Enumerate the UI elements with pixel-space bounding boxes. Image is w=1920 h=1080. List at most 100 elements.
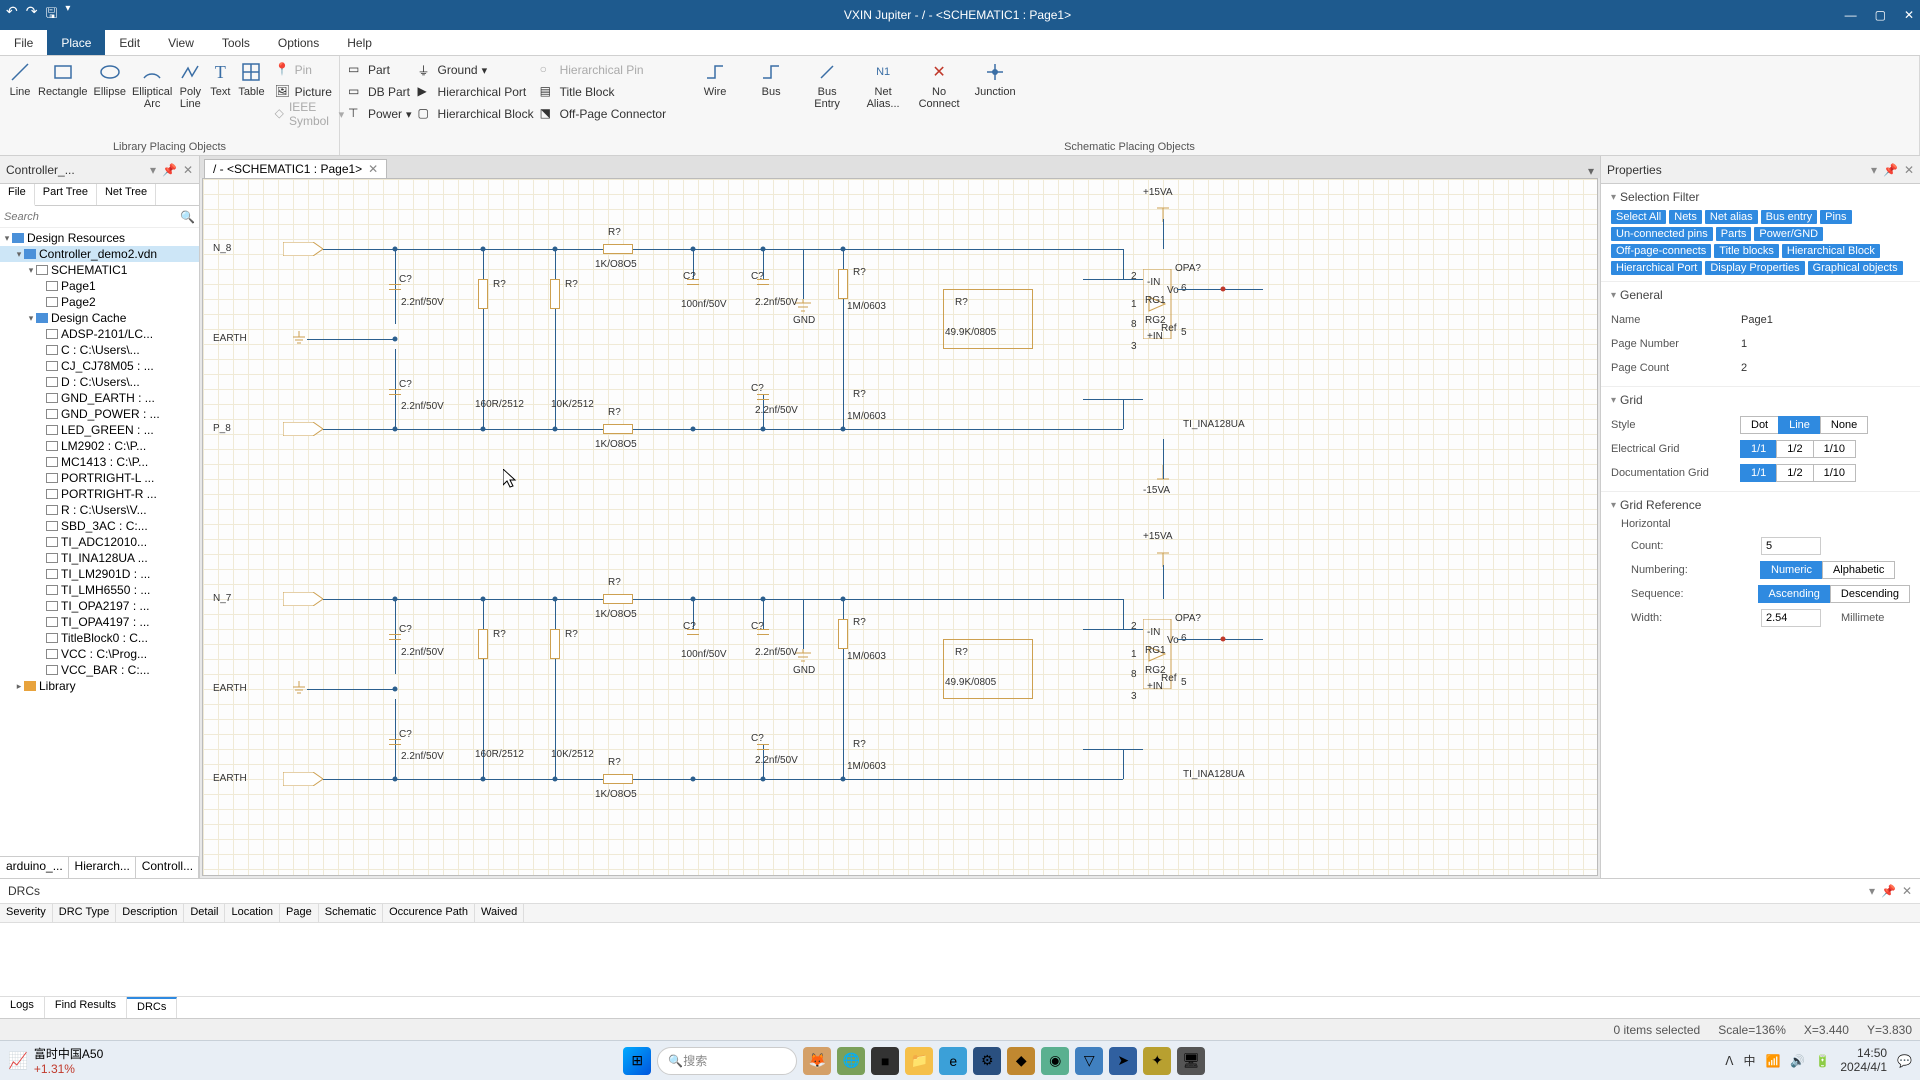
left-btab-hier[interactable]: Hierarch... — [69, 857, 136, 878]
ribbon-power[interactable]: ⊤Power ▾ — [348, 104, 412, 124]
tab-list-icon[interactable]: ▾ — [1582, 164, 1600, 178]
ribbon-offpage[interactable]: ⬔Off-Page Connector — [540, 104, 667, 124]
tray-notify-icon[interactable]: 💬 — [1897, 1054, 1912, 1068]
tree-cache-item[interactable]: TitleBlock0 : C... — [0, 630, 199, 646]
task-app-3[interactable]: ■ — [871, 1047, 899, 1075]
document-tab[interactable]: / - <SCHEMATIC1 : Page1>✕ — [204, 159, 387, 178]
filter-tag[interactable]: Nets — [1669, 210, 1702, 224]
tree-cache-item[interactable]: VCC_BAR : C:... — [0, 662, 199, 678]
drc-tab[interactable]: Find Results — [45, 997, 127, 1018]
filter-tag[interactable]: Net alias — [1705, 210, 1758, 224]
dgrid-seg[interactable]: 1/11/21/10 — [1741, 464, 1856, 482]
drc-col[interactable]: Waived — [475, 904, 524, 922]
ribbon-picture[interactable]: 🖼Picture — [275, 82, 345, 102]
task-app-2[interactable]: 🌐 — [837, 1047, 865, 1075]
tree-cache-item[interactable]: PORTRIGHT-R ... — [0, 486, 199, 502]
left-btab-arduino[interactable]: arduino_... — [0, 857, 69, 878]
menu-tools[interactable]: Tools — [208, 30, 264, 55]
left-tab-net[interactable]: Net Tree — [97, 184, 156, 205]
filter-tag[interactable]: Un-connected pins — [1611, 227, 1713, 241]
filter-tag[interactable]: Parts — [1716, 227, 1752, 241]
section-general[interactable]: General — [1611, 288, 1910, 302]
task-app-6[interactable]: ◉ — [1041, 1047, 1069, 1075]
undo-button[interactable]: ↶ — [6, 3, 18, 27]
menu-view[interactable]: View — [154, 30, 208, 55]
drc-col[interactable]: Description — [116, 904, 184, 922]
drc-tab[interactable]: Logs — [0, 997, 45, 1018]
ribbon-hport[interactable]: ▶Hierarchical Port — [418, 82, 534, 102]
tree-cache-item[interactable]: TI_OPA4197 : ... — [0, 614, 199, 630]
tray-sound-icon[interactable]: 🔊 — [1790, 1054, 1805, 1068]
ribbon-ellipse[interactable]: Ellipse — [94, 60, 126, 98]
drc-col[interactable]: Occurence Path — [383, 904, 475, 922]
drc-menu-icon[interactable]: ▾ — [1869, 884, 1875, 898]
ribbon-ground[interactable]: ⏚Ground ▾ — [418, 60, 534, 80]
section-gridref[interactable]: Grid Reference — [1611, 498, 1910, 512]
filter-tag[interactable]: Pins — [1820, 210, 1851, 224]
drc-tab[interactable]: DRCs — [127, 997, 177, 1018]
section-filter[interactable]: Selection Filter — [1611, 190, 1910, 204]
ribbon-hblock[interactable]: ▢Hierarchical Block — [418, 104, 534, 124]
tree-cache-item[interactable]: D : C:\Users\... — [0, 374, 199, 390]
tray-battery-icon[interactable]: 🔋 — [1815, 1054, 1830, 1068]
task-app-7[interactable]: ▽ — [1075, 1047, 1103, 1075]
menu-edit[interactable]: Edit — [105, 30, 154, 55]
tree-cache-item[interactable]: TI_ADC12010... — [0, 534, 199, 550]
task-app-5[interactable]: ◆ — [1007, 1047, 1035, 1075]
close-button[interactable]: ✕ — [1904, 8, 1914, 22]
drc-col[interactable]: Schematic — [319, 904, 383, 922]
start-button[interactable]: ⊞ — [623, 1047, 651, 1075]
filter-tag[interactable]: Graphical objects — [1808, 261, 1903, 275]
tree-cache-item[interactable]: C : C:\Users\... — [0, 342, 199, 358]
tree-cache-item[interactable]: TI_INA128UA ... — [0, 550, 199, 566]
prop-close-icon[interactable]: ✕ — [1904, 163, 1914, 177]
search-input[interactable] — [4, 211, 180, 223]
ribbon-rectangle[interactable]: Rectangle — [38, 60, 88, 98]
numbering-seg[interactable]: NumericAlphabetic — [1761, 561, 1895, 579]
ribbon-noconnect[interactable]: ✕No Connect — [914, 60, 964, 110]
prop-menu-icon[interactable]: ▾ — [1871, 163, 1877, 177]
ribbon-dbpart[interactable]: ▭DB Part — [348, 82, 412, 102]
gridref-count-input[interactable] — [1761, 537, 1821, 555]
drc-pin-icon[interactable]: 📌 — [1881, 884, 1896, 898]
prop-pin-icon[interactable]: 📌 — [1883, 163, 1898, 177]
filter-tag[interactable]: Bus entry — [1761, 210, 1817, 224]
ribbon-table[interactable]: Table — [238, 60, 264, 98]
tray-chevron-icon[interactable]: ᐱ — [1725, 1054, 1733, 1068]
task-app-4[interactable]: ⚙ — [973, 1047, 1001, 1075]
tree-cache-item[interactable]: TI_OPA2197 : ... — [0, 598, 199, 614]
task-app-1[interactable]: 🦊 — [803, 1047, 831, 1075]
filter-tag[interactable]: Power/GND — [1754, 227, 1823, 241]
ribbon-wire[interactable]: Wire — [690, 60, 740, 98]
stock-icon[interactable]: 📈 — [8, 1051, 28, 1071]
save-button[interactable]: 🖫 — [45, 3, 57, 27]
filter-tag[interactable]: Off-page-connects — [1611, 244, 1711, 258]
tree-cache-item[interactable]: CJ_CJ78M05 : ... — [0, 358, 199, 374]
panel-pin-icon[interactable]: 📌 — [162, 163, 177, 177]
tree-cache-item[interactable]: PORTRIGHT-L ... — [0, 470, 199, 486]
tree-cache-item[interactable]: MC1413 : C:\P... — [0, 454, 199, 470]
tree-cache-item[interactable]: SBD_3AC : C:... — [0, 518, 199, 534]
left-btab-ctrl[interactable]: Controll... — [136, 857, 199, 878]
tray-lang-icon[interactable]: 中 — [1743, 1052, 1755, 1069]
tree-cache-item[interactable]: R : C:\Users\V... — [0, 502, 199, 518]
ribbon-part[interactable]: ▭Part — [348, 60, 412, 80]
drc-close-icon[interactable]: ✕ — [1902, 884, 1912, 898]
ribbon-line[interactable]: Line — [8, 60, 32, 98]
menu-help[interactable]: Help — [333, 30, 386, 55]
tree-cache-item[interactable]: GND_EARTH : ... — [0, 390, 199, 406]
ribbon-text[interactable]: TText — [208, 60, 232, 98]
ribbon-arc[interactable]: Elliptical Arc — [132, 60, 172, 110]
egrid-seg[interactable]: 1/11/21/10 — [1741, 440, 1856, 458]
task-explorer[interactable]: 📁 — [905, 1047, 933, 1075]
taskbar-clock[interactable]: 14:502024/4/1 — [1840, 1047, 1887, 1073]
drc-col[interactable]: Location — [225, 904, 280, 922]
tree-cache-item[interactable]: LED_GREEN : ... — [0, 422, 199, 438]
minimize-button[interactable]: — — [1845, 8, 1857, 22]
left-tab-file[interactable]: File — [0, 184, 35, 206]
search-icon[interactable]: 🔍 — [180, 210, 195, 224]
drc-col[interactable]: DRC Type — [53, 904, 117, 922]
tree-cache-item[interactable]: ADSP-2101/LC... — [0, 326, 199, 342]
grid-style-seg[interactable]: DotLineNone — [1741, 416, 1868, 434]
menu-options[interactable]: Options — [264, 30, 333, 55]
